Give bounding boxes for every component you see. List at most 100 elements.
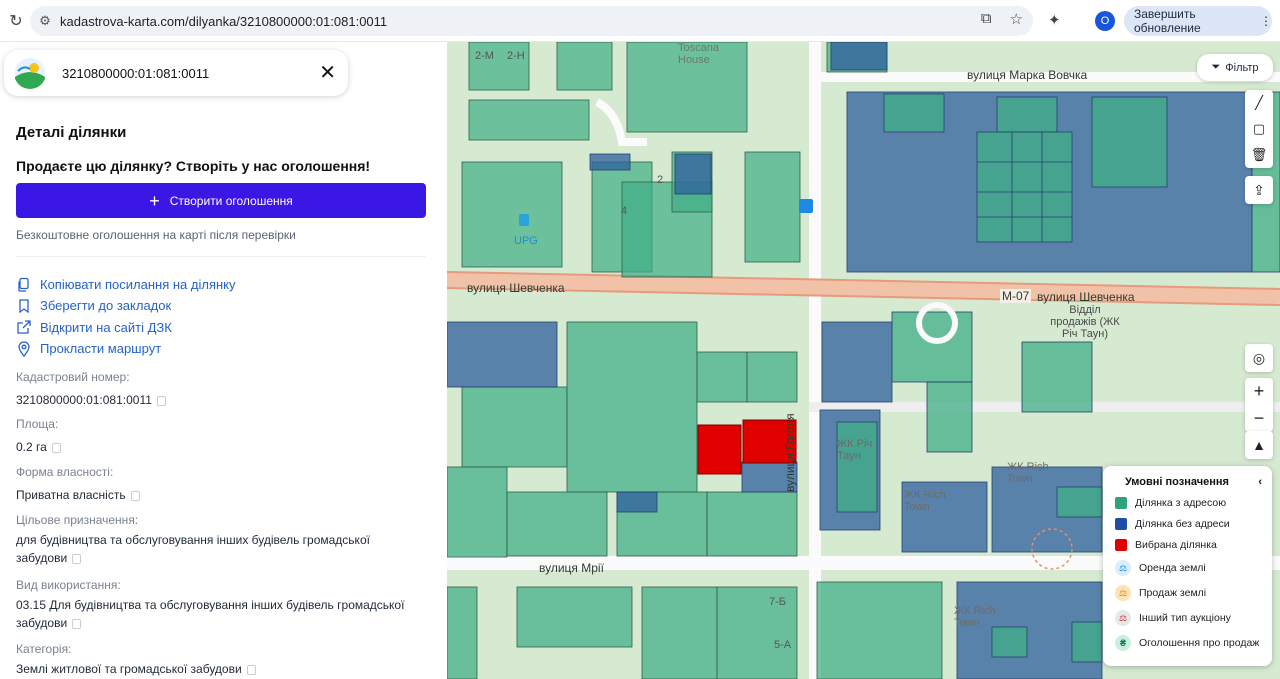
share-button[interactable]: ⇪ [1245, 176, 1273, 204]
poi-label: ЖК Річ Таун [837, 438, 873, 462]
auction-icon: ⚖ [1115, 610, 1131, 626]
parcel-with-address-swatch [1115, 497, 1127, 509]
zoom-out-icon[interactable]: − [1254, 405, 1265, 432]
legend-item: ⚖ Інший тип аукціону [1113, 610, 1262, 626]
field-value: Землі житлової та громадської забудови [16, 662, 242, 676]
open-dzk-link[interactable]: Відкрити на сайті ДЗК [16, 317, 236, 338]
cadastral-map[interactable]: вулиця Марка Вовчка вулиця Шевченка M-07… [447, 42, 1280, 679]
legend-item: Ділянка з адресою [1113, 497, 1262, 509]
highway-label: M-07 [1000, 289, 1032, 303]
field-ownership: Форма власності: Приватна власність [16, 465, 140, 504]
house-number: 4 [621, 205, 628, 217]
filter-icon: ⏷ [1211, 61, 1221, 73]
install-app-icon[interactable]: ⧉ [981, 10, 992, 28]
street-label: вулиця Шевченка [1037, 290, 1135, 304]
field-value: для будівництва та обслуговування інших … [16, 533, 370, 565]
compass-button[interactable]: ▲ [1245, 431, 1273, 459]
copy-icon[interactable] [72, 618, 82, 629]
chevron-left-icon[interactable]: ‹ [1258, 476, 1262, 488]
route-link[interactable]: Прокласти маршрут [16, 338, 236, 359]
field-label: Площа: [16, 417, 59, 431]
copy-icon[interactable] [246, 664, 256, 675]
legend-item: ⚖ Продаж землі [1113, 585, 1262, 601]
copy-link-label: Копіювати посилання на ділянку [40, 277, 236, 293]
create-listing-label: Створити оголошення [169, 193, 293, 208]
field-usage: Вид використання: 03.15 Для будівництва … [16, 578, 426, 632]
selected-parcel-swatch [1115, 539, 1127, 551]
trash-icon[interactable]: 🗑 [1245, 142, 1273, 168]
location-pin-icon [18, 340, 30, 357]
browser-toolbar: ↻ ⚙ kadastrova-karta.com/dilyanka/321080… [0, 0, 1280, 42]
zoom-in-icon[interactable]: + [1254, 378, 1265, 405]
compass-icon: ▲ [1252, 437, 1266, 453]
legend-item: ₴ Оголошення про продаж [1113, 635, 1262, 651]
poi-label: UPG [514, 235, 538, 247]
divider [16, 256, 426, 257]
field-value: Приватна власність [16, 488, 126, 502]
url-text[interactable]: kadastrova-karta.com/dilyanka/3210800000… [60, 14, 387, 29]
field-value: 3210800000:01:081:0011 [16, 393, 152, 407]
close-icon[interactable]: ✕ [319, 60, 336, 85]
site-settings-icon[interactable]: ⚙ [30, 13, 60, 29]
filter-label: Фільтр [1225, 61, 1259, 74]
house-number: 2-М [475, 50, 494, 62]
parcel-id: 3210800000:01:081:0011 [62, 65, 210, 81]
field-label: Вид використання: [16, 578, 121, 592]
bookmark-star-icon[interactable]: ☆ [1010, 10, 1023, 28]
street-label: вулиця Марка Вовчка [967, 68, 1088, 82]
field-value: 0.2 га [16, 440, 47, 454]
poi-label: ЖК Rich Town [954, 605, 996, 629]
draw-line-icon[interactable]: ╱ [1245, 90, 1273, 116]
save-bookmark-label: Зберегти до закладок [40, 298, 172, 314]
address-bar[interactable]: ⚙ kadastrova-karta.com/dilyanka/32108000… [30, 6, 1033, 36]
map-legend: Умовні позначення ‹ Ділянка з адресою Ді… [1103, 466, 1272, 666]
street-label: вулиця Гоголя [783, 413, 797, 492]
parcel-header-card: 3210800000:01:081:0011 ✕ [4, 50, 348, 96]
field-label: Категорія: [16, 642, 72, 656]
ev-charging-icon [799, 199, 813, 213]
draw-polygon-icon[interactable]: ▢ [1245, 116, 1273, 142]
legend-title: Умовні позначення [1125, 476, 1229, 488]
field-area: Площа: 0.2 га [16, 417, 61, 456]
poi-label: Toscana House [678, 42, 719, 66]
filter-button[interactable]: ⏷ Фільтр [1197, 54, 1273, 81]
sell-prompt: Продаєте цю ділянку? Створіть у нас огол… [16, 158, 371, 174]
street-label: вулиця Мрії [539, 561, 604, 575]
plus-icon: + [149, 190, 160, 211]
street-label: вулиця Шевченка [467, 281, 565, 295]
locate-icon: ◎ [1252, 349, 1266, 366]
free-listing-note: Безкоштовне оголошення на карті після пе… [16, 228, 296, 242]
field-cadastral: Кадастровий номер: 3210800000:01:081:001… [16, 370, 166, 409]
copy-icon[interactable] [130, 490, 140, 501]
copy-icon[interactable] [156, 395, 166, 406]
external-link-icon [17, 320, 31, 334]
copy-icon [18, 277, 29, 292]
house-number: 2 [657, 174, 664, 186]
menu-dots-icon: ⋮ [1260, 14, 1272, 28]
locate-button[interactable]: ◎ [1245, 344, 1273, 372]
fuel-station-icon [519, 214, 529, 226]
copy-icon[interactable] [72, 553, 82, 564]
field-purpose: Цільове призначення: для будівництва та … [16, 513, 416, 567]
poi-label: ЖК Rich Town [1007, 461, 1049, 485]
legend-item: Ділянка без адреси [1113, 518, 1262, 530]
open-dzk-label: Відкрити на сайті ДЗК [40, 319, 172, 335]
section-title: Деталі ділянки [16, 124, 127, 141]
sale-icon: ⚖ [1115, 585, 1131, 601]
profile-avatar[interactable]: O [1095, 11, 1115, 31]
zoom-controls: + − [1245, 378, 1273, 432]
extensions-icon[interactable]: ✦ [1048, 11, 1061, 29]
share-icon: ⇪ [1253, 181, 1265, 198]
update-button[interactable]: Завершить обновление ⋮ [1124, 6, 1272, 36]
bookmark-icon [19, 299, 29, 314]
field-category: Категорія: Землі житлової та громадської… [16, 642, 256, 678]
copy-link[interactable]: Копіювати посилання на ділянку [16, 274, 236, 295]
house-number: 7-Б [769, 596, 786, 608]
save-bookmark-link[interactable]: Зберегти до закладок [16, 295, 236, 316]
copy-icon[interactable] [51, 442, 61, 453]
parcel-no-address-swatch [1115, 518, 1127, 530]
poi-label: Відділ продажів (ЖК Річ Таун) [1050, 304, 1120, 340]
reload-icon[interactable]: ↻ [0, 11, 32, 31]
create-listing-button[interactable]: + Створити оголошення [16, 183, 426, 218]
lease-icon: ⚖ [1115, 560, 1131, 576]
